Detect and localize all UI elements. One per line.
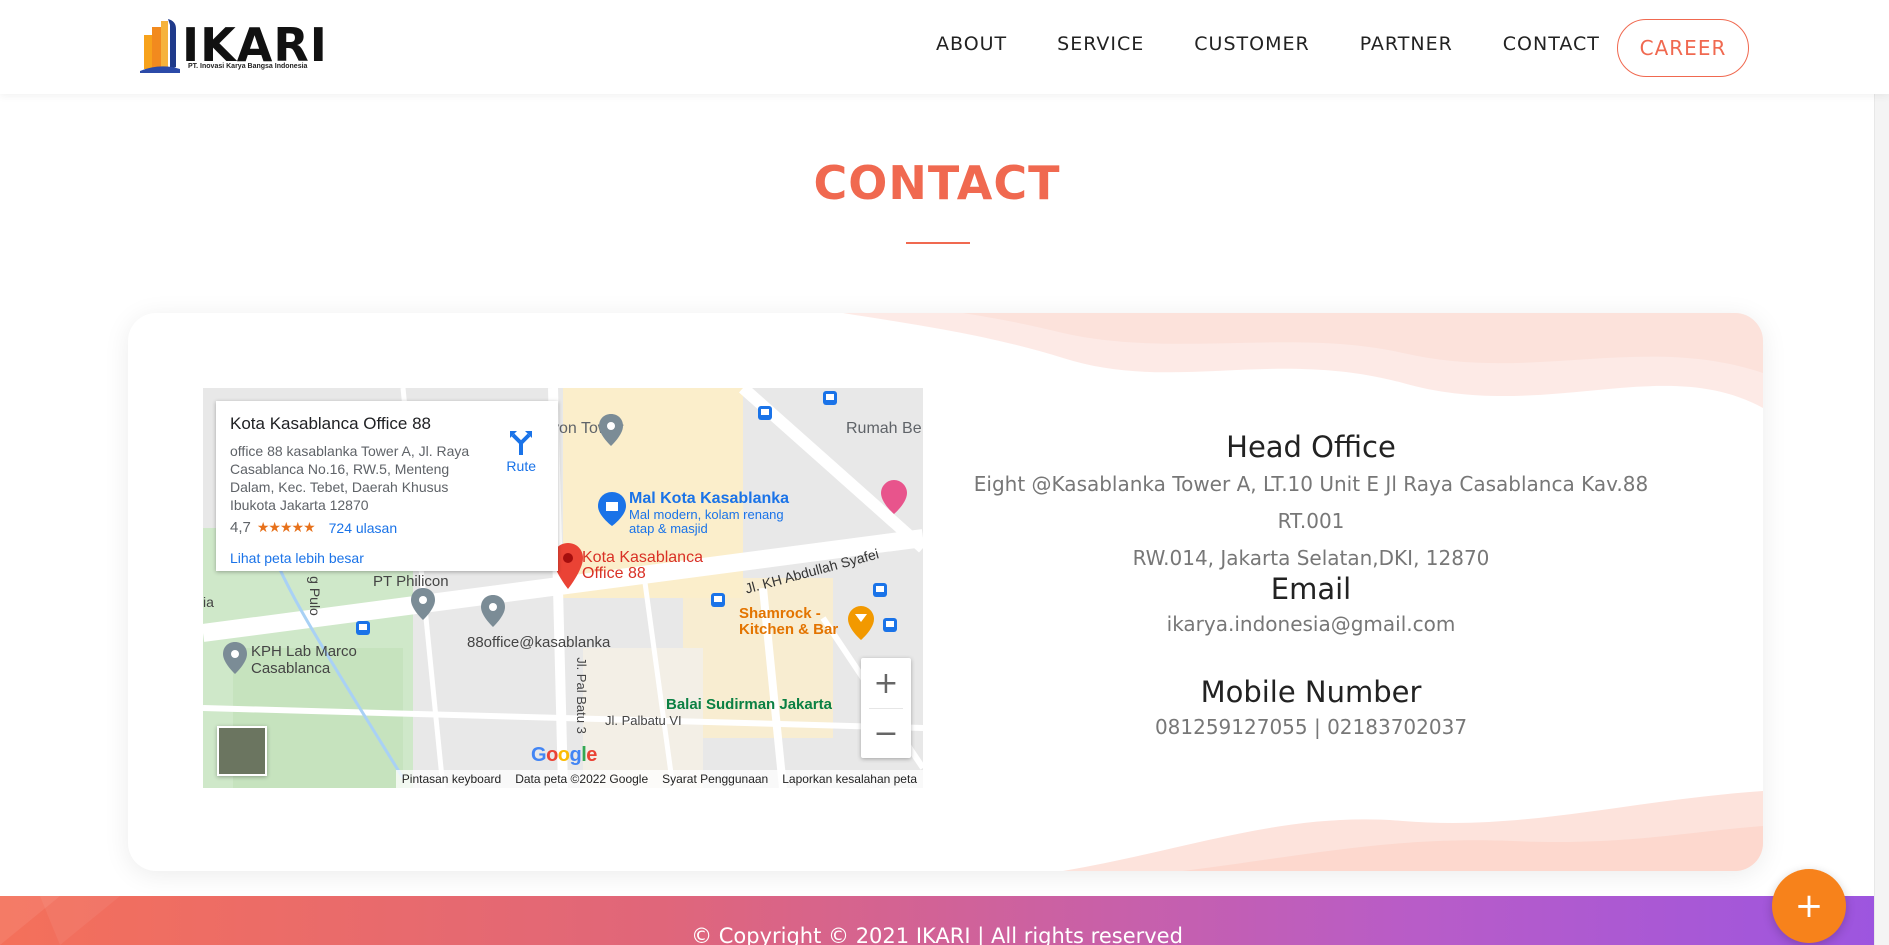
head-office-address-line1: Eight @Kasablanka Tower A, LT.10 Unit E … (973, 472, 1649, 533)
nav-contact[interactable]: CONTACT (1503, 30, 1600, 58)
zoom-in-button[interactable]: + (861, 658, 911, 708)
zoom-divider (869, 708, 903, 709)
map-label-mal: Mal Kota Kasablanka (629, 490, 790, 507)
floating-action-button[interactable]: + (1772, 869, 1846, 943)
scrollbar[interactable] (1874, 0, 1889, 945)
reviews-link[interactable]: 724 ulasan (329, 520, 398, 536)
bus-stop-icon (356, 621, 370, 635)
rating-stars-icon: ★★★★★ (256, 519, 316, 535)
bus-stop-icon (883, 618, 897, 632)
place-address: office 88 kasablanka Tower A, Jl. Raya C… (230, 443, 470, 513)
map-attribution-bar: Pintasan keyboard Data peta ©2022 Google… (395, 770, 923, 788)
nav-partner[interactable]: PARTNER (1360, 30, 1453, 58)
main-nav: ABOUT SERVICE CUSTOMER PARTNER CONTACT (936, 30, 1600, 58)
map-label-rumah: Rumah Be (846, 420, 922, 437)
terms-link[interactable]: Syarat Penggunaan (662, 772, 768, 786)
head-office-block: Head Office Eight @Kasablanka Tower A, L… (950, 430, 1672, 577)
map-label-office: 88office@kasablanka (467, 634, 611, 651)
email-value[interactable]: ikarya.indonesia@gmail.com (950, 606, 1672, 643)
email-title: Email (1270, 572, 1352, 606)
logo[interactable]: IKARI PT. Inovasi Karya Bangsa Indonesia (140, 17, 327, 73)
keyboard-shortcuts-link[interactable]: Pintasan keyboard (402, 772, 501, 786)
hotel-marker-icon[interactable] (881, 480, 907, 514)
nav-service[interactable]: SERVICE (1057, 30, 1144, 58)
google-logo: Google (531, 744, 597, 766)
bus-stop-icon (873, 583, 887, 597)
mobile-value: 081259127055 | 02183702037 (1154, 715, 1468, 739)
zoom-control: + − (861, 658, 911, 758)
title-divider (906, 242, 970, 244)
directions-button[interactable]: Rute (506, 429, 536, 474)
larger-map-link[interactable]: Lihat peta lebih besar (230, 550, 544, 566)
rating-value: 4,7 (230, 519, 251, 536)
nav-about[interactable]: ABOUT (936, 30, 1007, 58)
report-error-link[interactable]: Laporkan kesalahan peta (782, 772, 917, 786)
mobile-title: Mobile Number (1200, 675, 1422, 709)
page-title: CONTACT (813, 156, 1061, 210)
logo-subtitle: PT. Inovasi Karya Bangsa Indonesia (188, 63, 308, 70)
copyright-text: © Copyright © 2021 IKARI | All rights re… (691, 924, 1183, 945)
decorative-wave-bottom (1063, 791, 1763, 871)
map-label-palbatu3: Jl. Pal Batu 3 (573, 657, 589, 734)
marker-icon[interactable] (481, 595, 505, 627)
map-label-palbatu: Jl. Palbatu VI (605, 713, 682, 728)
place-rating: 4,7 ★★★★★ 724 ulasan (230, 519, 544, 536)
bus-stop-icon (711, 593, 725, 607)
map-label-kph: KPH Lab Marco Casablanca (251, 643, 357, 677)
embedded-map[interactable]: yon Tower Rumah Be Mal Kota Kasablanka M… (203, 388, 923, 788)
mobile-block: Mobile Number 081259127055 | 02183702037 (950, 675, 1672, 746)
bus-stop-icon (758, 406, 772, 420)
nav-customer[interactable]: CUSTOMER (1194, 30, 1309, 58)
site-header: IKARI PT. Inovasi Karya Bangsa Indonesia… (0, 0, 1889, 94)
head-office-title: Head Office (1226, 430, 1396, 464)
map-label-pin: Kota Kasablanca Office 88 (582, 549, 703, 582)
map-label-shamrock: Shamrock - Kitchen & Bar (739, 605, 839, 638)
map-data-credit: Data peta ©2022 Google (515, 772, 649, 786)
logo-building-icon (140, 19, 180, 73)
map-label-ia: ia (203, 594, 214, 610)
zoom-out-button[interactable]: − (861, 708, 911, 758)
bar-marker-icon[interactable] (848, 606, 874, 640)
marker-icon[interactable] (411, 588, 435, 620)
map-label-gpulo: g Pulo (306, 576, 323, 616)
email-block: Email ikarya.indonesia@gmail.com (950, 572, 1672, 643)
shopping-marker-icon[interactable] (598, 492, 626, 526)
site-footer: © Copyright © 2021 IKARI | All rights re… (0, 896, 1889, 945)
map-label-balai: Balai Sudirman Jakarta (666, 696, 832, 713)
decorative-wave-top (843, 313, 1763, 408)
marker-icon[interactable] (223, 642, 247, 674)
satellite-toggle[interactable] (217, 726, 267, 776)
place-info-card: Kota Kasablanca Office 88 office 88 kasa… (216, 401, 558, 571)
map-label-mal-sub: Mal modern, kolam renang atap & masjid (629, 507, 784, 536)
place-title: Kota Kasablanca Office 88 (230, 414, 431, 433)
directions-icon (510, 431, 533, 455)
career-button[interactable]: CAREER (1617, 19, 1749, 77)
bus-stop-icon (823, 391, 837, 405)
marker-icon[interactable] (599, 414, 623, 446)
directions-label: Rute (506, 458, 536, 474)
